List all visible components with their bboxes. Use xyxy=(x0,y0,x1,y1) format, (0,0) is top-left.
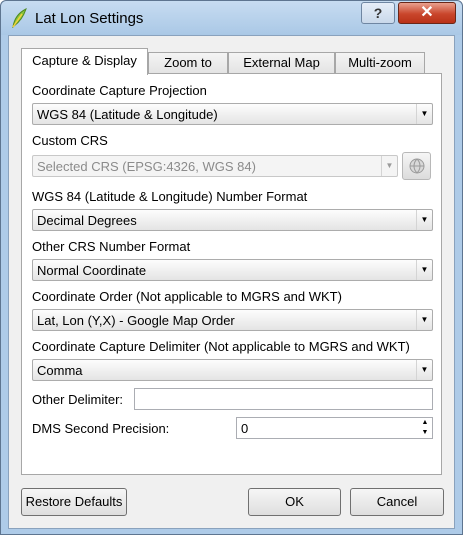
dms-precision-value: 0 xyxy=(241,421,249,436)
custom-crs-value: Selected CRS (EPSG:4326, WGS 84) xyxy=(37,159,256,174)
projection-dropdown[interactable]: WGS 84 (Latitude & Longitude) ▼ xyxy=(32,103,433,125)
wgs-format-dropdown[interactable]: Decimal Degrees ▼ xyxy=(32,209,433,231)
tab-external-map[interactable]: External Map xyxy=(228,52,335,74)
tab-zoom-to[interactable]: Zoom to xyxy=(148,52,228,74)
wgs-format-value: Decimal Degrees xyxy=(37,213,137,228)
delimiter-value: Comma xyxy=(37,363,83,378)
coordinate-order-value: Lat, Lon (Y,X) - Google Map Order xyxy=(37,313,235,328)
projection-label: Coordinate Capture Projection xyxy=(32,83,207,98)
dialog-client-area: Capture & Display Zoom to External Map M… xyxy=(8,35,455,529)
help-button[interactable]: ? xyxy=(361,2,395,24)
chevron-down-icon: ▼ xyxy=(416,210,432,230)
coordinate-order-dropdown[interactable]: Lat, Lon (Y,X) - Google Map Order ▼ xyxy=(32,309,433,331)
other-format-value: Normal Coordinate xyxy=(37,263,147,278)
spin-down-icon[interactable]: ▼ xyxy=(418,428,432,438)
tab-multi-zoom[interactable]: Multi-zoom xyxy=(335,52,425,74)
dms-precision-spinbox[interactable]: 0 ▲ ▼ xyxy=(236,417,433,439)
title-bar[interactable]: Lat Lon Settings ? ✕ xyxy=(1,1,462,35)
custom-crs-dropdown[interactable]: Selected CRS (EPSG:4326, WGS 84) ▼ xyxy=(32,155,398,177)
chevron-down-icon: ▼ xyxy=(416,360,432,380)
cancel-button[interactable]: Cancel xyxy=(350,488,444,516)
spin-up-icon[interactable]: ▲ xyxy=(418,418,432,428)
other-format-dropdown[interactable]: Normal Coordinate ▼ xyxy=(32,259,433,281)
ok-button[interactable]: OK xyxy=(248,488,341,516)
select-crs-button[interactable] xyxy=(402,152,431,180)
other-delimiter-input[interactable] xyxy=(134,388,433,410)
delimiter-label: Coordinate Capture Delimiter (Not applic… xyxy=(32,339,410,354)
chevron-down-icon: ▼ xyxy=(416,310,432,330)
other-format-label: Other CRS Number Format xyxy=(32,239,191,254)
chevron-down-icon: ▼ xyxy=(381,156,397,176)
dialog-window: Lat Lon Settings ? ✕ Capture & Display Z… xyxy=(0,0,463,535)
window-title: Lat Lon Settings xyxy=(35,10,144,27)
coordinate-order-label: Coordinate Order (Not applicable to MGRS… xyxy=(32,289,342,304)
delimiter-dropdown[interactable]: Comma ▼ xyxy=(32,359,433,381)
qgis-leaf-icon xyxy=(10,8,28,29)
capture-display-panel: Coordinate Capture Projection WGS 84 (La… xyxy=(21,73,442,475)
custom-crs-label: Custom CRS xyxy=(32,133,108,148)
chevron-down-icon: ▼ xyxy=(416,260,432,280)
restore-defaults-button[interactable]: Restore Defaults xyxy=(21,488,127,516)
wgs-format-label: WGS 84 (Latitude & Longitude) Number For… xyxy=(32,189,308,204)
close-button[interactable]: ✕ xyxy=(398,2,456,24)
projection-value: WGS 84 (Latitude & Longitude) xyxy=(37,107,218,122)
tab-capture-display[interactable]: Capture & Display xyxy=(21,48,148,75)
globe-icon xyxy=(409,158,425,177)
dms-precision-label: DMS Second Precision: xyxy=(32,421,170,436)
chevron-down-icon: ▼ xyxy=(416,104,432,124)
other-delimiter-label: Other Delimiter: xyxy=(32,392,124,407)
